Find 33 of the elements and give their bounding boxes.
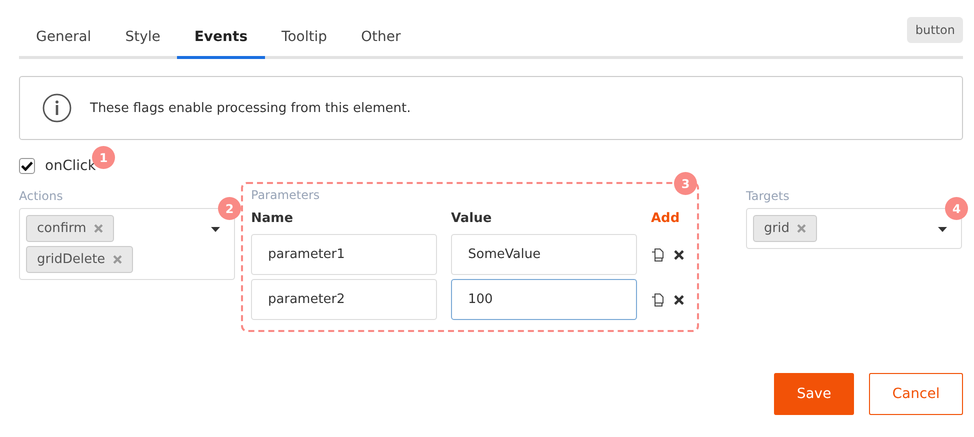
save-button[interactable]: Save — [774, 373, 854, 415]
dropdown-caret-icon[interactable] — [938, 227, 947, 232]
column-header: Value — [451, 210, 493, 228]
column-header: Name — [251, 210, 294, 228]
tab[interactable]: Tooltip — [264, 20, 344, 59]
field-label: Targets — [746, 189, 790, 203]
info-icon — [42, 93, 72, 123]
checkbox[interactable] — [19, 158, 35, 174]
add-link[interactable]: Add — [651, 211, 701, 226]
copy-icon[interactable] — [651, 292, 664, 306]
number-badge: 4 — [945, 197, 968, 220]
dropdown-caret-icon[interactable] — [211, 227, 220, 232]
value-field[interactable]: 100 — [451, 279, 637, 320]
tab[interactable]: General — [19, 20, 108, 59]
cancel-button[interactable]: Cancel — [869, 373, 963, 415]
tag-label: gridDelete — [37, 252, 106, 266]
number-badge: 3 — [674, 172, 697, 195]
info-text: These flags enable processing from this element. — [90, 100, 411, 116]
name-field[interactable]: parameter1 — [251, 234, 437, 275]
tag-label: grid — [764, 220, 790, 236]
type-badge: button — [907, 17, 963, 43]
tab[interactable]: Style — [108, 20, 178, 59]
tag-label: confirm — [37, 220, 86, 236]
tab[interactable]: Other — [344, 20, 418, 59]
name-field[interactable]: parameter2 — [251, 279, 437, 320]
delete-icon[interactable] — [674, 294, 684, 304]
value-field[interactable]: SomeValue — [451, 234, 637, 275]
delete-icon[interactable] — [674, 250, 684, 260]
number-badge: 2 — [218, 197, 241, 220]
field-label: Parameters — [251, 188, 321, 202]
copy-icon[interactable] — [651, 248, 664, 262]
tab[interactable]: Events — [177, 20, 265, 59]
field-label: Actions — [19, 189, 64, 203]
